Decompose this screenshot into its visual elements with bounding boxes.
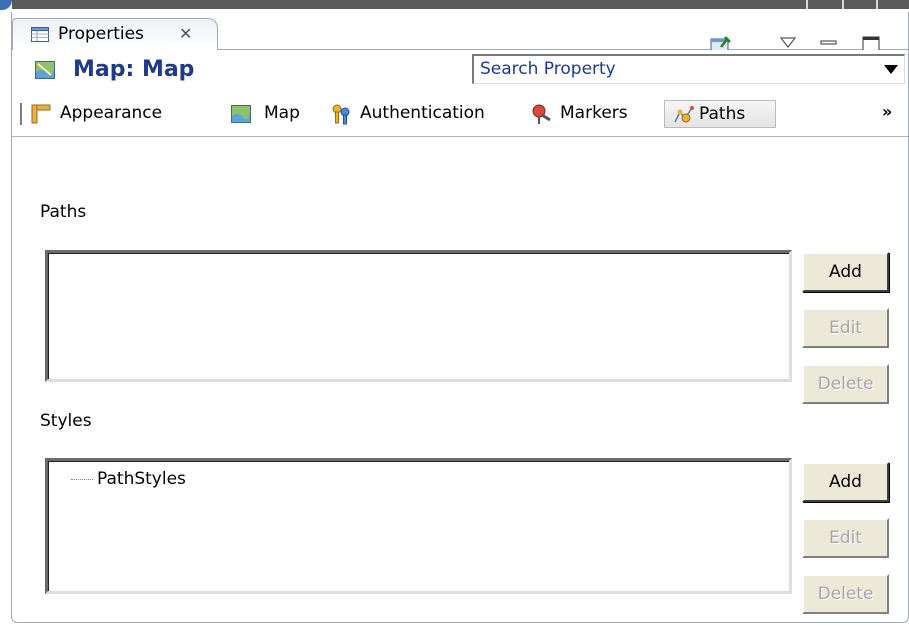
styles-edit-button[interactable]: Edit xyxy=(802,518,889,558)
close-icon[interactable]: ✕ xyxy=(179,24,192,43)
section-tab-map[interactable]: Map xyxy=(230,100,310,128)
styles-delete-button[interactable]: Delete xyxy=(802,574,889,614)
map-icon xyxy=(35,61,55,79)
section-tab-authentication[interactable]: Authentication xyxy=(330,100,515,128)
tree-item-pathstyles[interactable]: PathStyles xyxy=(71,469,186,489)
top-separator xyxy=(876,0,878,9)
properties-tab[interactable]: Properties ✕ xyxy=(12,18,218,50)
corner-accent xyxy=(0,0,12,10)
view-tab-row: Properties ✕ xyxy=(12,18,908,55)
styles-add-button[interactable]: Add xyxy=(802,462,889,502)
window-top-strip xyxy=(0,0,909,12)
table-icon xyxy=(31,27,49,42)
section-tabs: Appearance Map Authentication Markers Pa xyxy=(12,90,908,137)
map-icon xyxy=(230,103,252,125)
paths-list[interactable] xyxy=(45,250,792,382)
search-property-combo[interactable]: Search Property xyxy=(472,54,905,84)
section-tab-label: Appearance xyxy=(60,103,163,123)
tab-divider xyxy=(20,103,22,125)
view-menu-icon[interactable] xyxy=(779,34,797,48)
marker-pin-icon xyxy=(530,103,552,125)
tree-item-label: PathStyles xyxy=(97,469,186,489)
minimize-icon[interactable] xyxy=(820,36,838,48)
paths-add-button[interactable]: Add xyxy=(802,252,889,292)
section-tab-paths[interactable]: Paths xyxy=(664,100,776,128)
page-title: Map: Map xyxy=(73,57,195,82)
section-tab-label: Paths xyxy=(699,104,746,124)
properties-view: Properties ✕ Map: Map Search Property Ap… xyxy=(11,12,909,623)
paths-section-label: Paths xyxy=(40,202,87,222)
paths-icon xyxy=(673,104,695,126)
overflow-chevron-icon[interactable]: » xyxy=(882,102,892,121)
search-input[interactable]: Search Property xyxy=(480,59,616,79)
paths-delete-button[interactable]: Delete xyxy=(802,364,889,404)
properties-header: Map: Map Search Property xyxy=(12,50,908,90)
top-separator xyxy=(806,0,808,9)
tree-connector xyxy=(71,478,93,480)
section-tab-label: Map xyxy=(264,103,300,123)
section-tab-label: Markers xyxy=(560,103,628,123)
properties-tab-label: Properties xyxy=(58,24,144,44)
top-separator xyxy=(842,0,844,9)
styles-tree[interactable]: PathStyles xyxy=(45,458,792,594)
top-bar xyxy=(12,0,909,9)
styles-section-label: Styles xyxy=(40,411,92,431)
keys-icon xyxy=(330,103,352,125)
ruler-icon xyxy=(30,103,52,125)
section-tab-appearance[interactable]: Appearance xyxy=(30,100,208,128)
section-tab-label: Authentication xyxy=(360,103,485,123)
section-tab-markers[interactable]: Markers xyxy=(530,100,650,128)
paths-edit-button[interactable]: Edit xyxy=(802,308,889,348)
dropdown-arrow-icon[interactable] xyxy=(884,65,898,74)
